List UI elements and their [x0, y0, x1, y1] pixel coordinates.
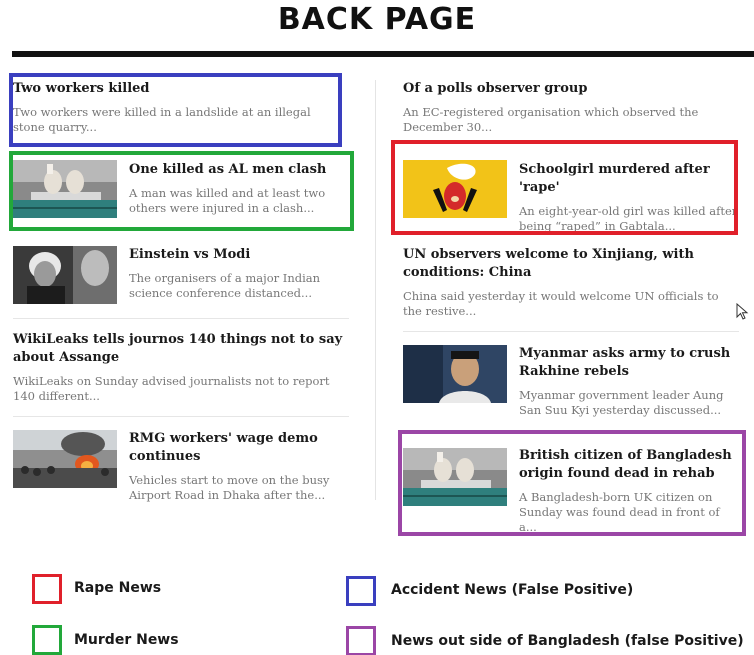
- highlight-rape-box: [391, 140, 738, 235]
- article-einstein-vs-modi[interactable]: Einstein vs Modi The organisers of a maj…: [129, 246, 349, 301]
- highlight-murder-box: [9, 151, 354, 231]
- legend-outside-label: News out side of Bangladesh (false Posit…: [391, 633, 744, 649]
- article-separator: [13, 416, 349, 417]
- article-headline[interactable]: Of a polls observer group: [403, 80, 739, 98]
- article-summary: Vehicles start to move on the busy Airpo…: [129, 473, 330, 502]
- page-title: BACK PAGE: [277, 2, 477, 37]
- article-rmg-wage-demo[interactable]: RMG workers' wage demo continues Vehicle…: [129, 430, 349, 503]
- legend-murder-label: Murder News: [74, 632, 179, 648]
- suu-kyi-photo[interactable]: [403, 345, 507, 403]
- column-divider: [375, 80, 376, 500]
- article-summary: China said yesterday it would welcome UN…: [403, 289, 719, 318]
- legend-rape-label: Rape News: [74, 580, 162, 596]
- article-wikileaks-assange[interactable]: WikiLeaks tells journos 140 things not t…: [13, 331, 349, 404]
- article-summary: An EC-registered organisation which obse…: [403, 105, 699, 134]
- legend-rape-swatch: [32, 574, 62, 604]
- legend-accident-label: Accident News (False Positive): [391, 582, 634, 598]
- article-myanmar-rakhine[interactable]: Myanmar asks army to crush Rakhine rebel…: [519, 345, 739, 418]
- article-headline[interactable]: WikiLeaks tells journos 140 things not t…: [13, 331, 349, 367]
- legend-accident-swatch: [346, 576, 376, 606]
- article-headline[interactable]: Einstein vs Modi: [129, 246, 349, 264]
- article-summary: WikiLeaks on Sunday advised journalists …: [13, 374, 330, 403]
- article-un-observers-xinjiang[interactable]: UN observers welcome to Xinjiang, with c…: [403, 246, 739, 319]
- einstein-photo[interactable]: [13, 246, 117, 304]
- suu-kyi-graphic: [403, 345, 507, 403]
- legend-outside-swatch: [346, 626, 376, 655]
- article-summary: Myanmar government leader Aung San Suu K…: [519, 388, 724, 417]
- article-summary: The organisers of a major Indian science…: [129, 271, 321, 300]
- protest-fire-photo[interactable]: [13, 430, 117, 488]
- protest-fire-graphic: [13, 430, 117, 488]
- article-separator: [13, 318, 349, 319]
- mouse-cursor-icon: [736, 303, 749, 320]
- highlight-outside-box: [398, 430, 746, 536]
- article-polls-observer[interactable]: Of a polls observer group An EC-register…: [403, 80, 739, 135]
- article-separator: [403, 331, 739, 332]
- article-headline[interactable]: RMG workers' wage demo continues: [129, 430, 349, 466]
- einstein-graphic: [13, 246, 117, 304]
- article-headline[interactable]: UN observers welcome to Xinjiang, with c…: [403, 246, 739, 282]
- highlight-accident-box: [9, 73, 342, 147]
- article-headline[interactable]: Myanmar asks army to crush Rakhine rebel…: [519, 345, 739, 381]
- title-rule: [12, 51, 754, 57]
- legend-murder-swatch: [32, 625, 62, 655]
